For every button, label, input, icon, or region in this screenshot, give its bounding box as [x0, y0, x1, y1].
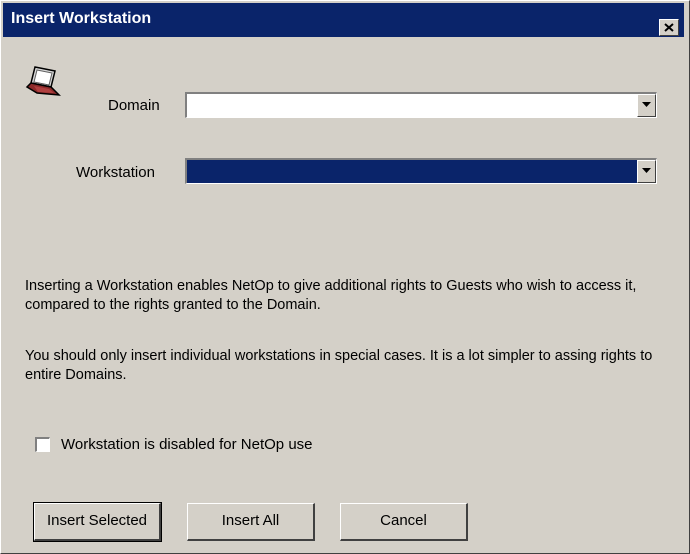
- domain-dropdown[interactable]: [185, 92, 657, 118]
- title-bar[interactable]: Insert Workstation: [3, 3, 684, 37]
- window-title: Insert Workstation: [11, 10, 152, 27]
- insert-all-button[interactable]: Insert All: [187, 503, 315, 541]
- laptop-icon: [25, 66, 61, 96]
- workstation-dropdown-button[interactable]: [637, 160, 656, 183]
- workstation-label: Workstation: [76, 164, 155, 181]
- chevron-down-icon: [642, 102, 651, 107]
- disabled-checkbox-label[interactable]: Workstation is disabled for NetOp use: [61, 436, 313, 453]
- domain-value: [187, 94, 637, 117]
- cancel-button[interactable]: Cancel: [340, 503, 468, 541]
- close-icon: [664, 23, 674, 32]
- insert-selected-button[interactable]: Insert Selected: [33, 502, 162, 542]
- domain-dropdown-button[interactable]: [637, 94, 656, 117]
- disabled-checkbox[interactable]: [35, 437, 50, 452]
- info-paragraph-2: You should only insert individual workst…: [25, 348, 653, 383]
- workstation-value: [187, 160, 637, 183]
- insert-workstation-dialog: Insert Workstation Domain Workstation In…: [0, 0, 690, 554]
- chevron-down-icon: [642, 168, 651, 173]
- domain-label: Domain: [108, 97, 160, 114]
- workstation-dropdown[interactable]: [185, 158, 657, 184]
- close-button[interactable]: [659, 19, 679, 36]
- info-paragraph-1: Inserting a Workstation enables NetOp to…: [25, 278, 637, 313]
